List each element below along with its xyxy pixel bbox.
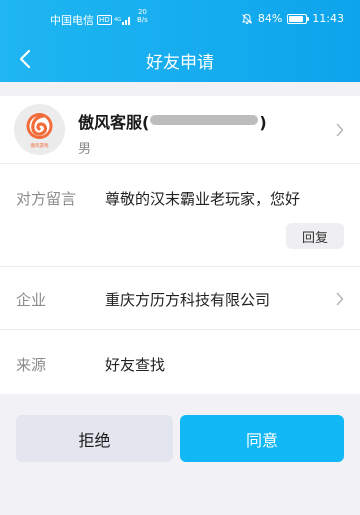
signal-icon: 4G [114,17,130,25]
request-card: 傲风游戏 傲风客服() 男 对方留言 尊敬的汉末霸业老玩家，您好 回复 企业 重… [0,96,360,394]
message-text: 尊敬的汉末霸业老玩家，您好 [105,190,301,208]
app-header: 中国电信 HD 4G 20 B/s 84% 11:43 好友申请 [0,0,360,82]
clock: 11:43 [312,12,344,25]
message-label: 对方留言 [16,190,77,208]
company-label: 企业 [16,291,47,309]
gender-label: 男 [78,142,92,157]
carrier-name: 中国电信 [50,14,94,27]
source-label: 来源 [16,356,47,374]
company-name: 重庆方历方科技有限公司 [105,291,271,309]
nickname-redaction [150,115,259,125]
divider [0,329,360,330]
nav-bar: 好友申请 [0,36,360,82]
avatar-text: 傲风游戏 [31,142,49,149]
network-type: 4G [114,17,121,23]
nickname-suffix: ) [259,113,267,132]
accept-button[interactable]: 同意 [180,415,344,462]
reject-button[interactable]: 拒绝 [16,415,173,462]
network-speed-value: 20 [137,8,147,16]
status-right: 84% 11:43 [241,12,344,25]
chevron-right-icon [336,123,344,137]
company-logo-icon: 傲风游戏 [14,104,65,155]
network-speed: 20 B/s [137,8,148,24]
battery-percent: 84% [257,12,283,25]
status-bar: 中国电信 HD 4G 20 B/s 84% 11:43 [0,0,360,36]
chevron-right-icon [336,292,344,306]
battery-icon [287,13,310,24]
nickname-text: 傲风客服( [78,113,150,132]
network-speed-unit: B/s [137,16,148,24]
avatar[interactable]: 傲风游戏 [14,104,65,155]
company-row[interactable]: 企业 重庆方历方科技有限公司 [0,267,360,329]
hd-badge: HD [97,15,112,25]
nickname: 傲风客服() [78,109,267,133]
carrier-info: 中国电信 HD 4G [50,12,132,28]
reply-button[interactable]: 回复 [286,223,344,249]
battery-fill [289,15,303,22]
mute-bell-icon [241,13,252,24]
divider [0,163,360,164]
source-value: 好友查找 [105,356,166,374]
page-title: 好友申请 [146,53,214,73]
profile-row[interactable]: 傲风游戏 傲风客服() 男 [0,96,360,163]
